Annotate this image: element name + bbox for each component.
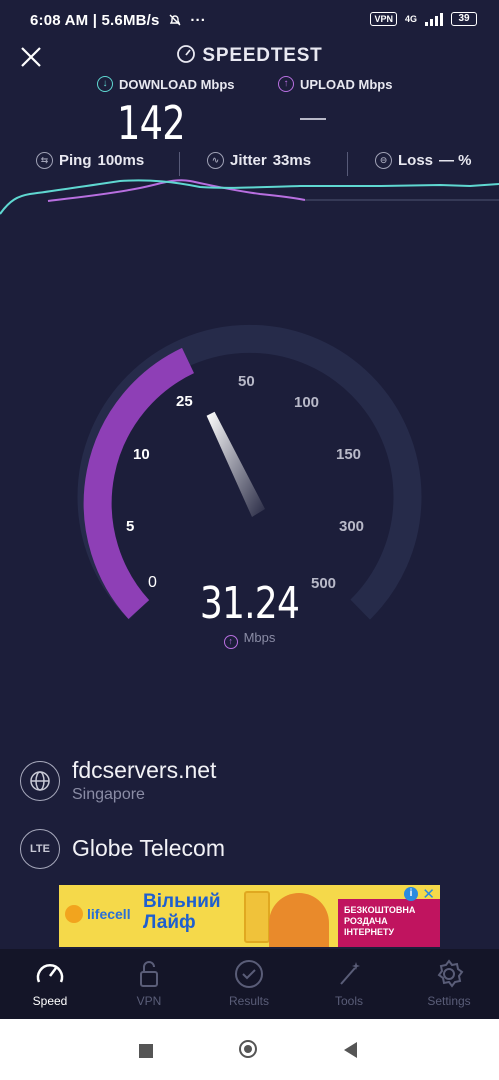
- upload-label: ↑ UPLOAD Mbps: [278, 76, 392, 92]
- download-label: ↓ DOWNLOAD Mbps: [97, 76, 235, 92]
- ad-person-image: [269, 893, 329, 947]
- ad-brand-text: lifecell: [87, 906, 131, 922]
- speedometer-icon: [177, 45, 196, 63]
- download-label-text: DOWNLOAD Mbps: [119, 76, 235, 92]
- recents-button[interactable]: [139, 1044, 153, 1058]
- loss-stat: ⊖ Loss — %: [375, 152, 472, 169]
- ping-stat: ⇆ Ping 100ms: [36, 152, 144, 169]
- gauge-tick-10: 10: [133, 446, 150, 463]
- bottom-nav: Speed VPN Results Tools Settings: [0, 949, 499, 1019]
- lte-badge: LTE: [20, 829, 60, 869]
- nav-speed[interactable]: Speed: [10, 949, 90, 1019]
- check-circle-icon: [235, 960, 263, 988]
- server-row[interactable]: [20, 761, 60, 801]
- nav-settings[interactable]: Settings: [409, 949, 489, 1019]
- current-speed: 31.24: [0, 578, 499, 629]
- battery-icon: 39: [451, 12, 477, 26]
- wand-icon: [340, 962, 360, 985]
- gauge-tick-100: 100: [294, 394, 320, 411]
- ad-banner[interactable]: lifecell Вільний Лайф БЕЗКОШТОВНА РОЗДАЧ…: [59, 885, 440, 947]
- jitter-stat: ∿ Jitter 33ms: [207, 152, 311, 169]
- back-button[interactable]: [344, 1042, 357, 1058]
- ping-label: Ping: [59, 152, 92, 169]
- ad-close-icon[interactable]: ✕: [422, 885, 435, 903]
- nav-settings-label: Settings: [427, 994, 471, 1008]
- globe-icon: [20, 761, 60, 801]
- nav-results-label: Results: [228, 994, 269, 1008]
- mute-bell-icon: [169, 14, 181, 26]
- gear-icon: [437, 959, 464, 988]
- ad-headline: Вільний Лайф: [143, 891, 221, 933]
- download-value: 142: [117, 96, 186, 150]
- title-text: SPEEDTEST: [202, 45, 323, 66]
- loss-value: — %: [439, 152, 472, 169]
- speed-graph: [0, 179, 499, 215]
- upload-icon: ↑: [278, 76, 294, 92]
- ad-headline-1: Вільний: [143, 891, 221, 912]
- status-time-speed: 6:08 AM | 5.6MB/s: [30, 12, 160, 29]
- upload-value-placeholder: [300, 118, 326, 120]
- download-icon: ↓: [97, 76, 113, 92]
- jitter-value: 33ms: [272, 152, 312, 169]
- system-nav-bar: [0, 1019, 499, 1080]
- isp-name: Globe Telecom: [72, 835, 225, 861]
- app-title: SPEEDTEST: [0, 44, 499, 67]
- ad-brand: lifecell: [65, 905, 131, 923]
- nav-vpn[interactable]: VPN: [109, 949, 189, 1019]
- upload-label-text: UPLOAD Mbps: [300, 76, 393, 92]
- gauge-tick-300: 300: [339, 518, 365, 535]
- server-location: Singapore: [72, 786, 145, 803]
- gauge-needle: [206, 411, 265, 517]
- speed-icon: [36, 964, 64, 983]
- gauge-tick-5: 5: [126, 518, 135, 535]
- loss-icon: ⊖: [375, 152, 392, 169]
- ping-icon: ⇆: [36, 152, 53, 169]
- signal-icon: [425, 12, 443, 26]
- gauge-tick-150: 150: [336, 446, 362, 463]
- nav-tools[interactable]: Tools: [309, 949, 389, 1019]
- ad-promo-text: БЕЗКОШТОВНА РОЗДАЧА ІНТЕРНЕТУ: [338, 899, 440, 947]
- vpn-badge: VPN: [370, 12, 397, 26]
- status-dots: ···: [190, 12, 206, 29]
- ad-phone-image: [244, 891, 270, 943]
- nav-vpn-label: VPN: [136, 994, 162, 1008]
- lifecell-logo-icon: [65, 905, 83, 923]
- home-button[interactable]: [239, 1040, 257, 1058]
- gauge-tick-50: 50: [238, 373, 255, 390]
- current-speed-value: 31.24: [199, 578, 300, 629]
- isp-row: LTE: [20, 829, 60, 869]
- lock-icon: [140, 961, 158, 987]
- gauge-tick-25: 25: [176, 393, 193, 410]
- network-type: 4G: [404, 14, 417, 24]
- jitter-label: Jitter: [230, 152, 267, 169]
- speed-unit-label: Mbps: [243, 630, 276, 645]
- nav-results[interactable]: Results: [209, 949, 289, 1019]
- jitter-icon: ∿: [207, 152, 224, 169]
- ad-info-icon[interactable]: i: [404, 887, 418, 901]
- status-bar: 6:08 AM | 5.6MB/s ··· VPN 4G 39: [0, 0, 499, 42]
- ping-value: 100ms: [97, 152, 145, 169]
- speed-unit: ↑ Mbps: [0, 630, 499, 649]
- ad-headline-2: Лайф: [143, 912, 196, 933]
- upload-icon: ↑: [223, 634, 238, 649]
- server-host[interactable]: fdcservers.net: [72, 757, 216, 784]
- nav-tools-label: Tools: [334, 994, 363, 1008]
- nav-speed-label: Speed: [32, 994, 68, 1008]
- loss-label: Loss: [398, 152, 434, 169]
